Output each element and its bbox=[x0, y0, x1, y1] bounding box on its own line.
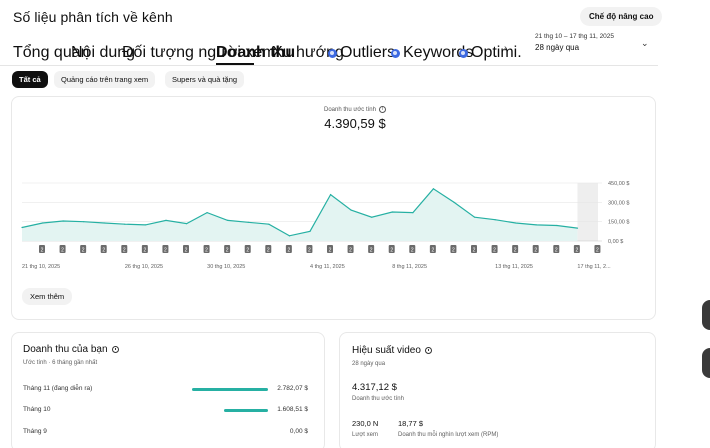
video-marker-label: 2 bbox=[143, 248, 146, 254]
views-label: Lượt xem bbox=[352, 432, 378, 438]
video-marker-label: 2 bbox=[287, 248, 290, 254]
y-tick-label: 300,00 $ bbox=[608, 200, 629, 206]
y-tick-label: 450,00 $ bbox=[608, 181, 629, 187]
data-point bbox=[268, 223, 270, 225]
revenue-row-bar bbox=[192, 388, 268, 391]
performance-card-title: Hiệu suất video bbox=[352, 345, 432, 356]
video-marker-label: 2 bbox=[61, 248, 64, 254]
video-marker-label: 2 bbox=[390, 248, 393, 254]
video-marker-label: 2 bbox=[431, 248, 434, 254]
views-value: 230,0 N bbox=[352, 419, 379, 428]
video-marker-label: 2 bbox=[534, 248, 537, 254]
data-point bbox=[288, 235, 291, 237]
edge-decoration bbox=[702, 348, 710, 378]
highlight-period bbox=[577, 183, 598, 241]
revenue-row-value: 2.782,07 $ bbox=[277, 385, 308, 392]
video-marker-label: 2 bbox=[514, 248, 517, 254]
video-marker-label: 2 bbox=[329, 248, 332, 254]
video-marker-label: 2 bbox=[102, 248, 105, 254]
x-tick-label: 21 thg 10, 2025 bbox=[22, 264, 60, 270]
revenue-row-label: Tháng 9 bbox=[23, 428, 47, 435]
video-marker-label: 2 bbox=[493, 248, 496, 254]
video-marker-label: 2 bbox=[82, 248, 85, 254]
x-tick-label: 26 thg 10, 2025 bbox=[125, 264, 163, 270]
data-point bbox=[227, 219, 229, 221]
video-marker-label: 2 bbox=[370, 248, 373, 254]
data-point bbox=[144, 224, 147, 226]
video-marker-label: 2 bbox=[555, 248, 558, 254]
video-marker-label: 2 bbox=[185, 248, 188, 254]
video-marker-label: 2 bbox=[267, 248, 270, 254]
data-point bbox=[371, 216, 373, 218]
video-marker-label: 2 bbox=[473, 248, 476, 254]
data-point bbox=[556, 224, 558, 227]
data-point bbox=[41, 222, 44, 224]
data-point bbox=[206, 212, 208, 214]
revenue-card-title: Doanh thu của bạn bbox=[23, 344, 119, 355]
video-marker-label: 2 bbox=[411, 248, 414, 254]
data-point bbox=[535, 224, 537, 226]
revenue-card-subtitle: Ước tính · 6 tháng gần nhất bbox=[23, 360, 98, 366]
x-tick-label: 13 thg 11, 2025 bbox=[495, 264, 533, 270]
data-point bbox=[83, 221, 85, 223]
x-tick-label: 4 thg 11, 2025 bbox=[310, 264, 345, 270]
data-point bbox=[309, 230, 311, 232]
data-point bbox=[412, 212, 414, 214]
revenue-row-value: 1.608,51 $ bbox=[277, 406, 308, 413]
data-point bbox=[453, 201, 455, 203]
video-marker-label: 2 bbox=[164, 248, 167, 254]
data-point bbox=[350, 209, 352, 211]
y-tick-label: 0,00 $ bbox=[608, 239, 623, 245]
data-point bbox=[576, 227, 579, 229]
data-point bbox=[165, 219, 167, 221]
data-point bbox=[124, 223, 126, 225]
performance-revenue-label: Doanh thu ước tính bbox=[352, 396, 404, 402]
data-point bbox=[515, 222, 517, 224]
rpm-label: Doanh thu mỗi nghìn lượt xem (RPM) bbox=[398, 432, 499, 438]
edge-decoration bbox=[702, 300, 710, 330]
x-tick-label: 30 thg 10, 2025 bbox=[207, 264, 245, 270]
data-point bbox=[391, 211, 393, 213]
revenue-row-label: Tháng 11 (đang diễn ra) bbox=[23, 385, 93, 392]
video-marker-label: 2 bbox=[246, 248, 249, 254]
video-marker-label: 2 bbox=[308, 248, 311, 254]
y-tick-label: 150,00 $ bbox=[608, 220, 629, 226]
revenue-row-value: 0,00 $ bbox=[289, 428, 308, 435]
rpm-value: 18,77 $ bbox=[398, 419, 424, 428]
data-point bbox=[329, 194, 332, 196]
x-tick-label: 17 thg 11, 2... bbox=[577, 264, 611, 270]
video-marker-label: 2 bbox=[349, 248, 352, 254]
video-marker-label: 2 bbox=[596, 248, 599, 254]
data-point bbox=[432, 188, 435, 190]
see-more-button[interactable]: Xem thêm bbox=[22, 288, 73, 305]
data-point bbox=[247, 221, 249, 223]
video-marker-label: 2 bbox=[41, 248, 44, 254]
video-marker-label: 2 bbox=[123, 248, 126, 254]
data-point bbox=[473, 216, 476, 218]
video-marker-label: 2 bbox=[226, 248, 229, 254]
performance-card-subtitle: 28 ngày qua bbox=[352, 361, 386, 367]
video-marker-label: 2 bbox=[452, 248, 455, 254]
data-point bbox=[494, 219, 496, 221]
revenue-row-label: Tháng 10 bbox=[23, 406, 51, 413]
x-tick-label: 8 thg 11, 2025 bbox=[392, 264, 427, 270]
data-point bbox=[103, 222, 105, 224]
data-point bbox=[185, 223, 188, 225]
video-marker-label: 2 bbox=[575, 248, 578, 254]
clock-icon bbox=[424, 346, 432, 354]
performance-revenue-value: 4.317,12 $ bbox=[352, 382, 397, 393]
data-point bbox=[21, 226, 23, 229]
video-marker-label: 2 bbox=[205, 248, 208, 254]
clock-icon bbox=[111, 345, 119, 353]
data-point bbox=[62, 220, 64, 222]
